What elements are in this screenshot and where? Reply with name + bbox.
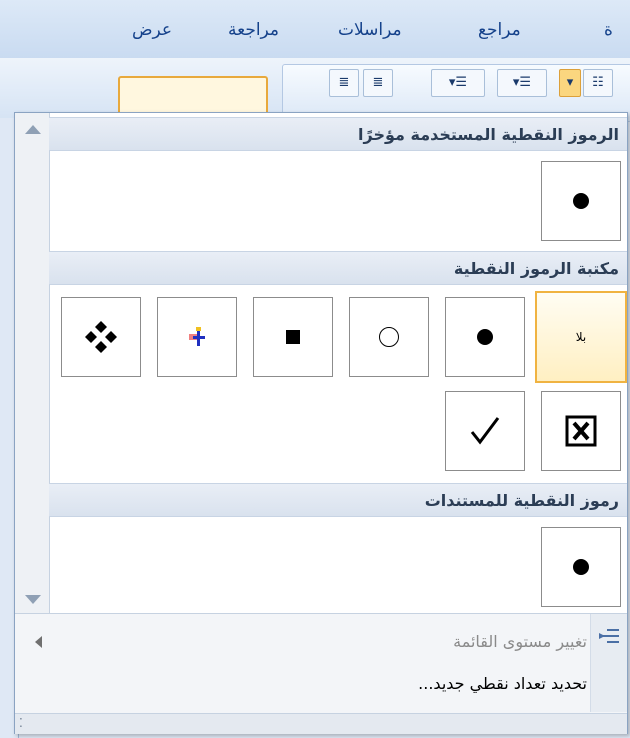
checkmark-bullet-icon	[470, 417, 500, 445]
change-list-level-icon	[599, 629, 619, 643]
define-new-bullet-menu-item[interactable]: تحديد تعداد نقطي جديد...	[418, 674, 587, 693]
tab-page-layout-partial[interactable]: ة	[604, 20, 613, 40]
chevron-down-icon: ▾	[566, 75, 574, 90]
tab-review[interactable]: مراجعة	[228, 20, 279, 40]
hollow-circle-bullet-icon	[379, 327, 399, 347]
tab-mailings[interactable]: مراسلات	[338, 20, 402, 40]
bullets-icon: ☷	[592, 75, 604, 90]
bullet-diamond-cluster-option[interactable]	[61, 297, 141, 377]
tab-view[interactable]: عرض	[132, 20, 172, 40]
menu-icon-column	[590, 614, 627, 712]
resize-grip[interactable]: ⁚	[15, 713, 627, 734]
document-bullet-filled-circle[interactable]	[541, 527, 621, 607]
bullet-hollow-circle-option[interactable]	[349, 297, 429, 377]
bullet-library-dropdown: الرموز النقطية المستخدمة مؤخرًا مكتبة ال…	[14, 112, 628, 734]
filled-circle-bullet-icon	[477, 329, 493, 345]
ribbon-tab-bar: عرض مراجعة مراسلات مراجع ة	[0, 0, 630, 59]
bullet-checkmark-option[interactable]	[445, 391, 525, 471]
bullet-x-box-option[interactable]	[541, 391, 621, 471]
scroll-down-icon[interactable]	[25, 595, 41, 604]
ltr-icon: ≣	[338, 75, 350, 90]
rtl-direction-button[interactable]: ≣	[363, 69, 393, 97]
recent-bullets-heading: الرموز النقطية المستخدمة مؤخرًا	[49, 117, 627, 151]
scroll-up-icon[interactable]	[25, 125, 41, 134]
gallery-scrollbar[interactable]	[15, 113, 50, 613]
bullet-library-heading: مكتبة الرموز النقطية	[49, 251, 627, 285]
filled-circle-bullet-icon	[573, 193, 589, 209]
bullet-none-option[interactable]: بلا	[535, 291, 627, 383]
bullet-none-label: بلا	[575, 330, 587, 344]
numbering-button[interactable]: ▾☰	[497, 69, 547, 97]
tab-references[interactable]: مراجع	[478, 20, 521, 40]
multilevel-list-button[interactable]: ▾☰	[431, 69, 485, 97]
document-bullets-heading: رموز النقطية للمستندات	[49, 483, 627, 517]
ltr-direction-button[interactable]: ≣	[329, 69, 359, 97]
filled-circle-bullet-icon	[573, 559, 589, 575]
filled-square-bullet-icon	[286, 330, 300, 344]
bullet-filled-square-option[interactable]	[253, 297, 333, 377]
change-list-level-menu-item[interactable]: تغيير مستوى القائمة	[453, 632, 587, 651]
rtl-icon: ≣	[372, 75, 384, 90]
bullet-colored-arrow-option[interactable]	[157, 297, 237, 377]
x-box-bullet-icon	[565, 415, 597, 447]
numbering-icon: ▾☰	[512, 75, 532, 90]
multilevel-list-icon: ▾☰	[448, 75, 468, 90]
bullets-dropdown-arrow[interactable]: ▾	[559, 69, 581, 97]
colored-arrow-bullet-icon	[189, 327, 205, 346]
submenu-arrow-icon	[35, 636, 42, 648]
bullets-button[interactable]: ☷	[583, 69, 613, 97]
bullet-filled-circle-option[interactable]	[445, 297, 525, 377]
diamond-cluster-bullet-icon	[85, 321, 117, 353]
bullet-menu-footer: تغيير مستوى القائمة تحديد تعداد نقطي جدي…	[15, 613, 627, 734]
grip-dots-icon: ⁚	[19, 716, 23, 730]
recent-bullet-filled-circle[interactable]	[541, 161, 621, 241]
ribbon-strip: ≣ ≣ ▾☰ ▾☰ ▾ ☷	[0, 58, 630, 122]
